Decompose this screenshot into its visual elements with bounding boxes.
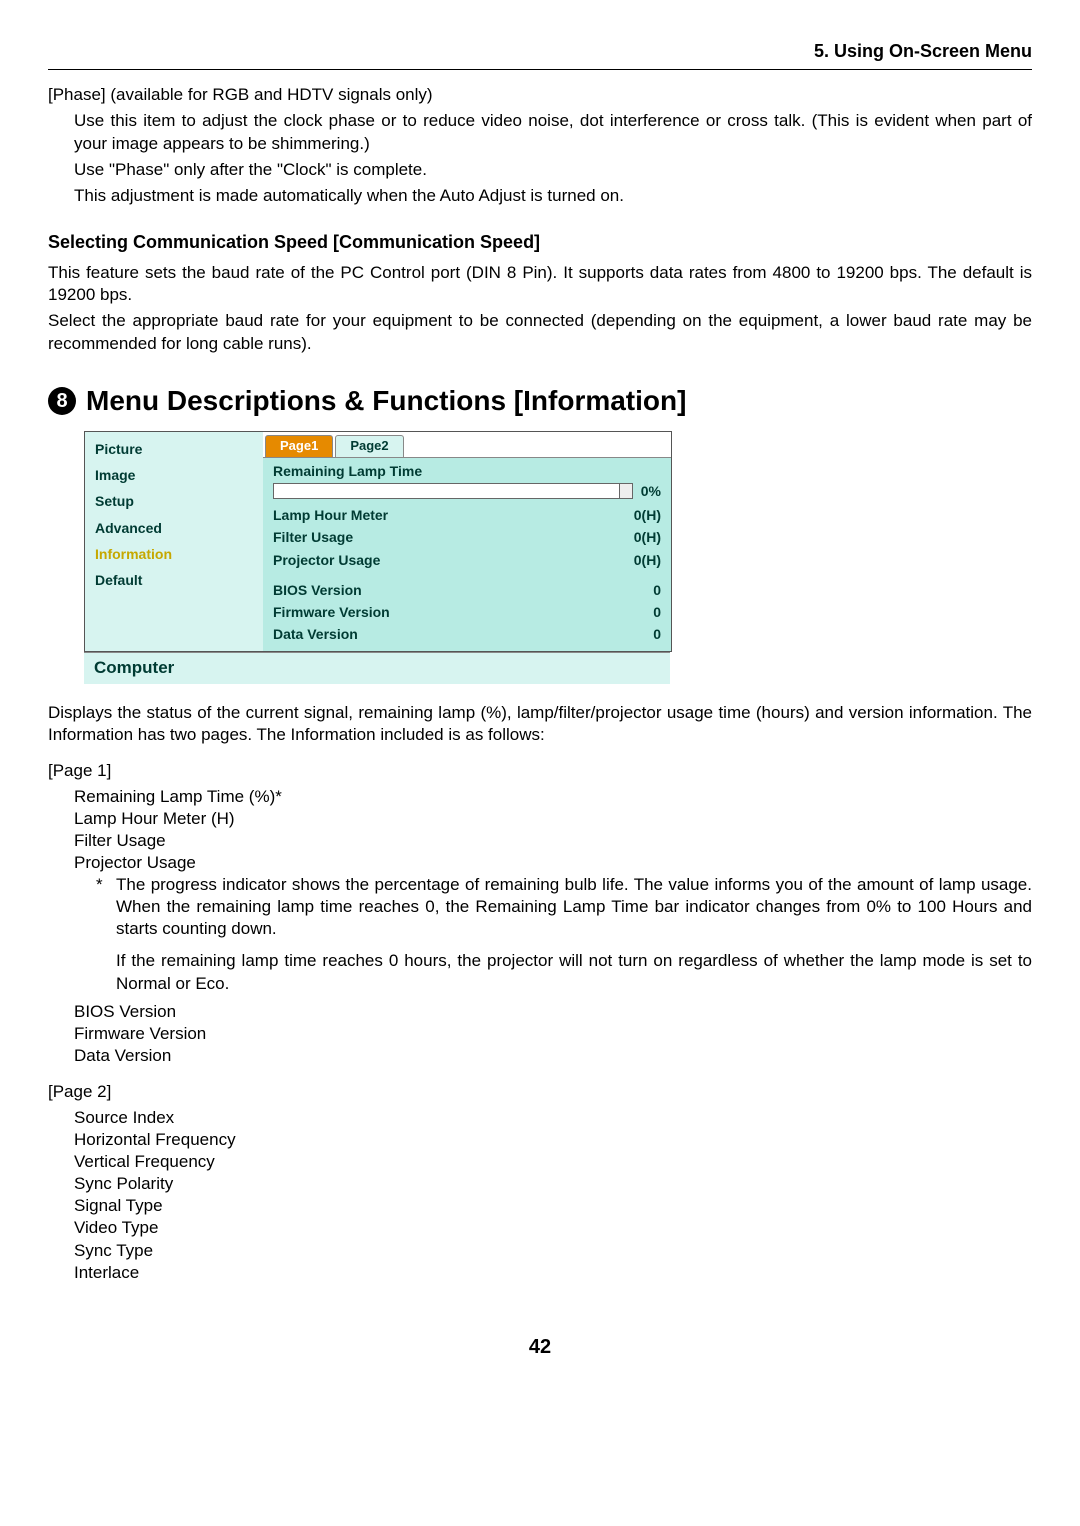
page1-items: Remaining Lamp Time (%)*Lamp Hour Meter … (74, 786, 1032, 874)
note-spacer (96, 950, 108, 994)
osd-menu-item: Information (95, 541, 253, 567)
osd-row-value: 0 (653, 603, 661, 621)
osd-row-label: Firmware Version (273, 603, 390, 621)
page1-items2: BIOS VersionFirmware VersionData Version (74, 1001, 1032, 1067)
osd-progress-handle-icon (619, 483, 633, 499)
list-item: Horizontal Frequency (74, 1129, 1032, 1151)
list-item: Sync Polarity (74, 1173, 1032, 1195)
osd-row-value: 0(H) (634, 551, 661, 569)
phase-line2: Use "Phase" only after the "Clock" is co… (74, 159, 1032, 181)
osd-row: Data Version 0 (273, 623, 661, 645)
osd-footer: Computer (84, 652, 670, 683)
osd-tab: Page1 (265, 435, 333, 457)
osd-row: Lamp Hour Meter 0(H) (273, 504, 661, 526)
osd-row: Projector Usage 0(H) (273, 549, 661, 571)
osd-body: Remaining Lamp Time 0% Lamp Hour Meter 0(… (263, 458, 671, 652)
list-item: Firmware Version (74, 1023, 1032, 1045)
list-item: Lamp Hour Meter (H) (74, 808, 1032, 830)
page1-note2: If the remaining lamp time reaches 0 hou… (116, 950, 1032, 994)
note-asterisk: * (96, 874, 108, 940)
osd-row-value: 0(H) (634, 506, 661, 524)
list-item: Video Type (74, 1217, 1032, 1239)
chapter-header: 5. Using On-Screen Menu (48, 40, 1032, 70)
list-item: BIOS Version (74, 1001, 1032, 1023)
osd-menu-item: Advanced (95, 515, 253, 541)
osd-row: Firmware Version 0 (273, 601, 661, 623)
osd-row-label: Data Version (273, 625, 358, 643)
osd-tab: Page2 (335, 435, 403, 457)
info-intro: Displays the status of the current signa… (48, 702, 1032, 746)
osd-row-value: 0(H) (634, 528, 661, 546)
page1-note1: The progress indicator shows the percent… (116, 874, 1032, 940)
osd-menu-item: Default (95, 567, 253, 593)
phase-line1: Use this item to adjust the clock phase … (74, 110, 1032, 154)
comm-speed-p1: This feature sets the baud rate of the P… (48, 262, 1032, 306)
section-title: 8 Menu Descriptions & Functions [Informa… (48, 383, 1032, 419)
list-item: Data Version (74, 1045, 1032, 1067)
list-item: Filter Usage (74, 830, 1032, 852)
osd-menu-item: Setup (95, 488, 253, 514)
osd-row-value: 0 (653, 625, 661, 643)
osd-menu-list: PictureImageSetupAdvancedInformationDefa… (85, 432, 263, 651)
osd-remaining-lamp-label: Remaining Lamp Time (273, 462, 661, 480)
osd-row-label: Filter Usage (273, 528, 353, 546)
list-item: Sync Type (74, 1240, 1032, 1262)
comm-speed-p2: Select the appropriate baud rate for you… (48, 310, 1032, 354)
osd-row: BIOS Version 0 (273, 579, 661, 601)
osd-menu-item: Picture (95, 436, 253, 462)
phase-line3: This adjustment is made automatically wh… (74, 185, 1032, 207)
osd-row: Filter Usage 0(H) (273, 526, 661, 548)
osd-row-label: BIOS Version (273, 581, 362, 599)
comm-speed-heading: Selecting Communication Speed [Communica… (48, 231, 1032, 254)
list-item: Interlace (74, 1262, 1032, 1284)
osd-row-label: Projector Usage (273, 551, 380, 569)
list-item: Vertical Frequency (74, 1151, 1032, 1173)
osd-screenshot: PictureImageSetupAdvancedInformationDefa… (84, 431, 1032, 683)
page-number: 42 (48, 1334, 1032, 1360)
osd-row-value: 0 (653, 581, 661, 599)
section-number-icon: 8 (48, 387, 76, 415)
list-item: Signal Type (74, 1195, 1032, 1217)
osd-tabs: Page1Page2 (263, 432, 671, 458)
section-title-text: Menu Descriptions & Functions [Informati… (86, 383, 686, 419)
list-item: Projector Usage (74, 852, 1032, 874)
phase-title: [Phase] (available for RGB and HDTV sign… (48, 84, 1032, 106)
list-item: Source Index (74, 1107, 1032, 1129)
list-item: Remaining Lamp Time (%)* (74, 786, 1032, 808)
osd-menu-item: Image (95, 462, 253, 488)
osd-progress-bar (273, 483, 633, 499)
osd-row-label: Lamp Hour Meter (273, 506, 388, 524)
page2-items: Source IndexHorizontal FrequencyVertical… (74, 1107, 1032, 1284)
page2-label: [Page 2] (48, 1081, 1032, 1103)
osd-remaining-lamp-value: 0% (641, 482, 661, 500)
page1-label: [Page 1] (48, 760, 1032, 782)
